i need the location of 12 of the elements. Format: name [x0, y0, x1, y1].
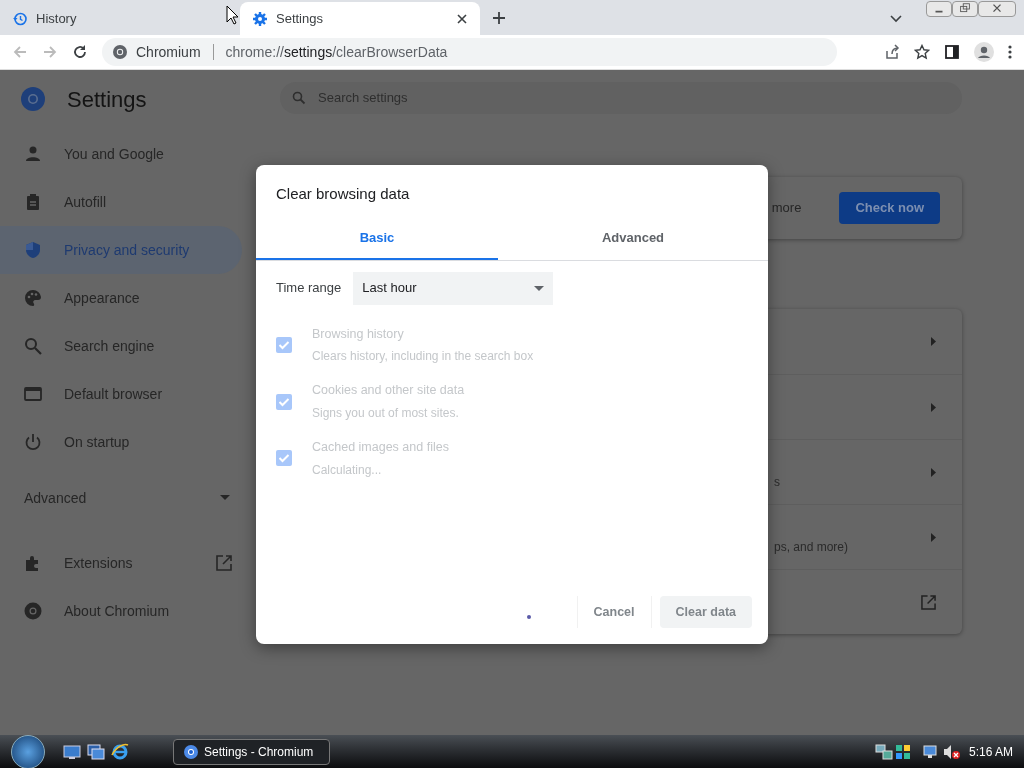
clock-text: 5:16 AM — [968, 743, 1013, 761]
site-label: Chromium — [136, 42, 201, 62]
item-description: Signs you out of most sites. — [312, 405, 460, 422]
row-text: ps, and more) — [774, 539, 850, 556]
item-description: Calculating... — [312, 461, 383, 479]
dialog-title: Clear browsing data — [275, 184, 411, 204]
item-title: Cached images and files — [312, 439, 449, 456]
item-title: Cookies and other site data — [312, 382, 465, 400]
item-title: Browsing history — [312, 325, 405, 343]
field-label: Time range — [276, 279, 342, 298]
url-text: chrome://settings/clearBrowserData — [225, 42, 448, 62]
page-title: Settings — [67, 85, 147, 114]
